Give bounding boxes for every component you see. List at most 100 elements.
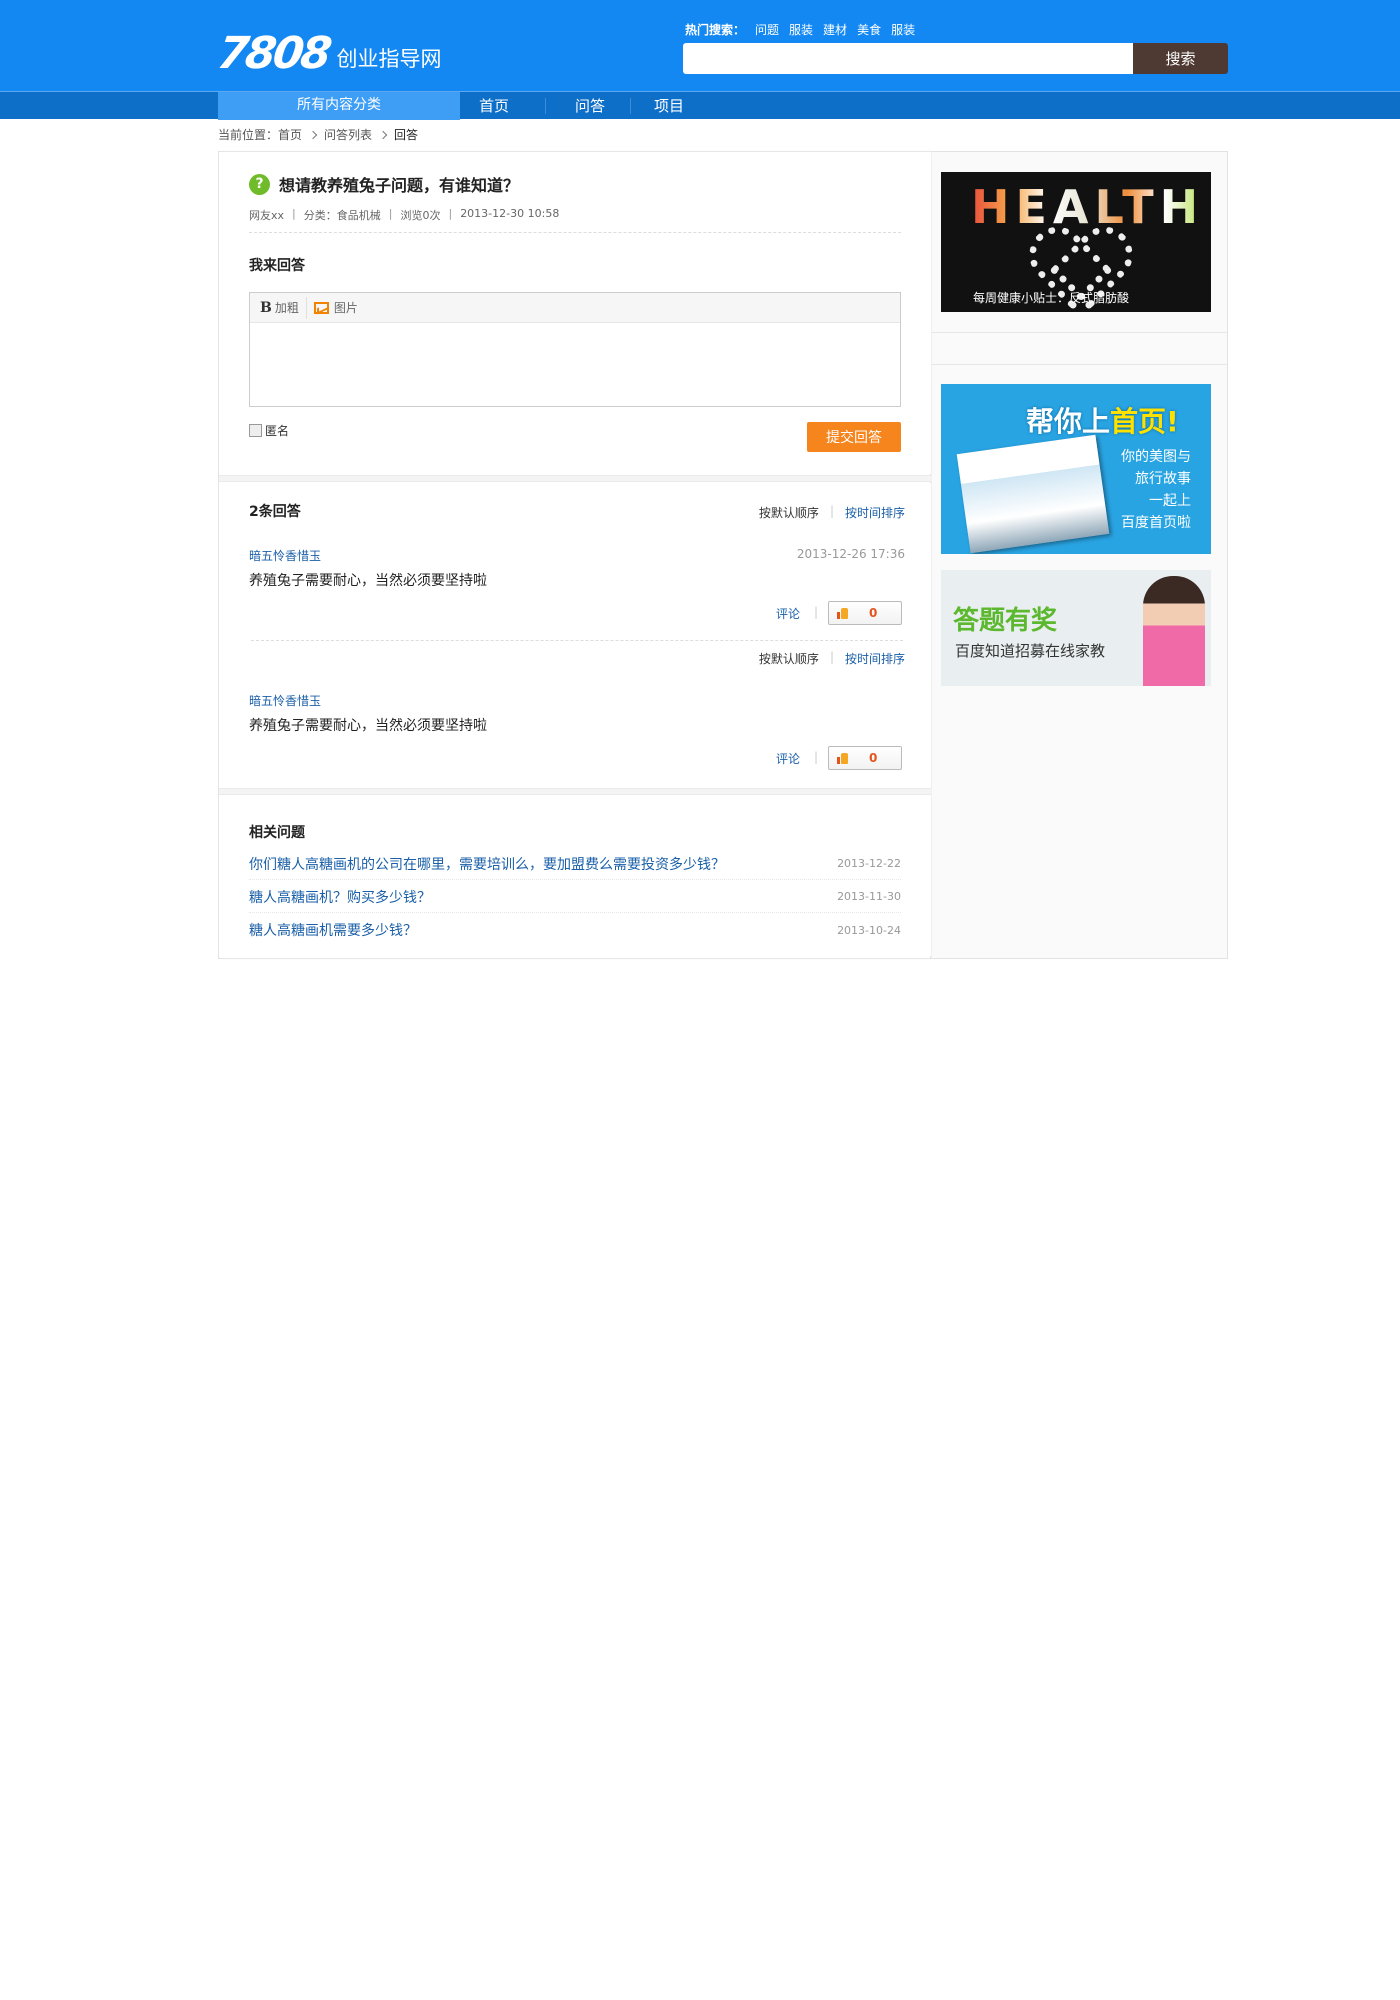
search-button[interactable]: 搜索 — [1133, 43, 1228, 74]
image-icon — [313, 301, 329, 314]
like-button[interactable]: 0 — [828, 746, 902, 770]
like-count: 0 — [869, 606, 878, 620]
checkbox-icon[interactable] — [249, 424, 262, 437]
hot-item[interactable]: 建材 — [823, 21, 847, 38]
submit-answer-button[interactable]: 提交回答 — [807, 422, 901, 452]
related-item: 糖人高糖画机需要多少钱？ 2013-10-24 — [249, 914, 901, 946]
breadcrumb: 当前位置： 首页 问答列表 回答 — [218, 126, 418, 143]
health-ad-caption: 每周健康小贴士：反式脂肪酸 — [973, 291, 1130, 305]
ad-title-highlight: 首页! — [1110, 405, 1179, 438]
question-title: ? 想请教养殖兔子问题，有谁知道？ — [249, 172, 519, 196]
section-divider — [219, 788, 931, 795]
related-section: 相关问题 你们糖人高糖画机的公司在哪里，需要培训么，要加盟费么需要投资多少钱？ … — [219, 796, 931, 956]
teacher-image — [1143, 576, 1205, 686]
reply-editor: B 加粗 图片 — [249, 292, 901, 407]
sort-default[interactable]: 按默认顺序 — [759, 650, 819, 667]
ad-line: 你的美图与 — [1121, 449, 1191, 465]
like-count: 0 — [869, 751, 878, 765]
answers-sort: 按默认顺序 | 按时间排序 — [759, 650, 905, 667]
homepage-ad-banner[interactable]: 帮你上首页! 你的美图与 旅行故事 一起上 百度首页啦 — [941, 384, 1211, 554]
sort-divider: | — [829, 650, 834, 664]
related-item: 糖人高糖画机？购买多少钱？ 2013-11-30 — [249, 881, 901, 913]
answers-sort: 按默认顺序 | 按时间排序 — [759, 504, 905, 521]
question-mark-icon: ? — [249, 173, 270, 195]
related-question-link[interactable]: 糖人高糖画机需要多少钱？ — [249, 920, 417, 940]
all-categories-button[interactable]: 所有内容分类 — [218, 92, 460, 120]
comment-link[interactable]: 评论 — [776, 750, 800, 767]
reply-textarea[interactable] — [250, 323, 900, 406]
screenshot-image — [956, 434, 1110, 554]
related-question-link[interactable]: 糖人高糖画机？购买多少钱？ — [249, 887, 431, 907]
bold-icon: B — [260, 299, 272, 316]
answer-time: 2013-12-26 17:36 — [796, 547, 905, 561]
answer-user[interactable]: 暗五怜香惜玉 — [249, 692, 321, 709]
related-question-link[interactable]: 你们糖人高糖画机的公司在哪里，需要培训么，要加盟费么需要投资多少钱？ — [249, 854, 725, 874]
hot-searches: 热门搜索： 问题 服装 建材 美食 服装 — [685, 21, 915, 38]
ad-title-part: 帮你上 — [1026, 405, 1111, 438]
main-column: ? 想请教养殖兔子问题，有谁知道？ 网友xx | 分类：食品机械 | 浏览0次 … — [219, 152, 931, 958]
thumbs-up-icon — [837, 607, 849, 619]
question-views: 浏览0次 — [400, 209, 441, 222]
health-ad-banner[interactable]: HEALTH 每周健康小贴士：反式脂肪酸 — [941, 172, 1211, 312]
like-button[interactable]: 0 — [828, 601, 902, 625]
sidebar: HEALTH 每周健康小贴士：反式脂肪酸 帮你上首页! 你的美图与 旅行故事 一… — [932, 152, 1227, 958]
hot-label: 热门搜索： — [685, 23, 746, 37]
breadcrumb-home[interactable]: 首页 — [278, 126, 302, 143]
main-nav: 所有内容分类 首页 问答 项目 — [0, 91, 1400, 120]
header: 7808 创业指导网 热门搜索： 问题 服装 建材 美食 服装 搜索 — [0, 0, 1400, 91]
search-input[interactable] — [683, 43, 1133, 74]
divider — [249, 232, 901, 233]
divider — [932, 332, 1227, 333]
question-category: 分类：食品机械 — [303, 209, 381, 222]
chevron-right-icon — [378, 130, 388, 139]
related-date: 2013-11-30 — [837, 890, 901, 903]
question-meta: 网友xx | 分类：食品机械 | 浏览0次 | 2013-12-30 10:58 — [249, 207, 559, 223]
hot-item[interactable]: 服装 — [789, 21, 813, 38]
nav-item-projects[interactable]: 项目 — [654, 92, 684, 120]
site-logo[interactable]: 7808 创业指导网 — [214, 26, 441, 79]
anonymous-checkbox[interactable]: 匿名 — [249, 422, 289, 439]
hot-item[interactable]: 美食 — [857, 21, 881, 38]
action-divider: | — [814, 750, 819, 764]
related-date: 2013-12-22 — [837, 857, 901, 870]
question-section: ? 想请教养殖兔子问题，有谁知道？ 网友xx | 分类：食品机械 | 浏览0次 … — [219, 152, 931, 474]
related-date: 2013-10-24 — [837, 923, 901, 937]
related-item: 你们糖人高糖画机的公司在哪里，需要培训么，要加盟费么需要投资多少钱？ 2013-… — [249, 848, 901, 880]
meta-divider: | — [388, 207, 393, 220]
tutor-ad-banner[interactable]: 答题有奖 百度知道招募在线家教 — [941, 570, 1211, 686]
hot-item[interactable]: 问题 — [755, 21, 779, 38]
ad-text: 你的美图与 旅行故事 一起上 百度首页啦 — [1121, 446, 1191, 534]
thumbs-up-icon — [837, 752, 849, 764]
related-heading: 相关问题 — [249, 825, 305, 841]
sort-divider: | — [829, 504, 834, 518]
nav-item-qa[interactable]: 问答 — [575, 92, 605, 120]
breadcrumb-current: 回答 — [394, 128, 419, 142]
breadcrumb-qa-list[interactable]: 问答列表 — [324, 126, 372, 143]
comment-link[interactable]: 评论 — [776, 605, 800, 622]
section-divider — [219, 475, 931, 482]
sort-by-time[interactable]: 按时间排序 — [845, 504, 905, 521]
hot-item[interactable]: 服装 — [891, 21, 915, 38]
question-title-text: 想请教养殖兔子问题，有谁知道？ — [279, 176, 520, 195]
ad-line: 一起上 — [1149, 493, 1191, 509]
answer-body: 养殖兔子需要耐心，当然必须要坚持啦 — [249, 573, 487, 589]
nav-divider — [545, 98, 546, 114]
anonymous-label: 匿名 — [265, 424, 290, 438]
sort-default[interactable]: 按默认顺序 — [759, 504, 819, 521]
nav-item-home[interactable]: 首页 — [479, 92, 509, 120]
answer-user[interactable]: 暗五怜香惜玉 — [249, 547, 321, 564]
question-author: 网友xx — [249, 209, 285, 222]
content-area: ? 想请教养殖兔子问题，有谁知道？ 网友xx | 分类：食品机械 | 浏览0次 … — [218, 151, 1228, 959]
health-word: HEALTH — [971, 180, 1205, 234]
divider — [932, 364, 1227, 365]
sort-by-time[interactable]: 按时间排序 — [845, 650, 905, 667]
bold-button[interactable]: B 加粗 — [260, 296, 307, 319]
answer-body: 养殖兔子需要耐心，当然必须要坚持啦 — [249, 718, 487, 734]
ad-title: 帮你上首页! — [1026, 400, 1179, 440]
answers-section: 2条回答 按默认顺序 | 按时间排序 暗五怜香惜玉 2013-12-26 17:… — [219, 483, 931, 823]
divider — [251, 640, 903, 641]
image-button[interactable]: 图片 — [313, 297, 365, 319]
nav-divider — [630, 98, 631, 114]
action-divider: | — [814, 605, 819, 619]
chevron-right-icon — [308, 130, 318, 139]
